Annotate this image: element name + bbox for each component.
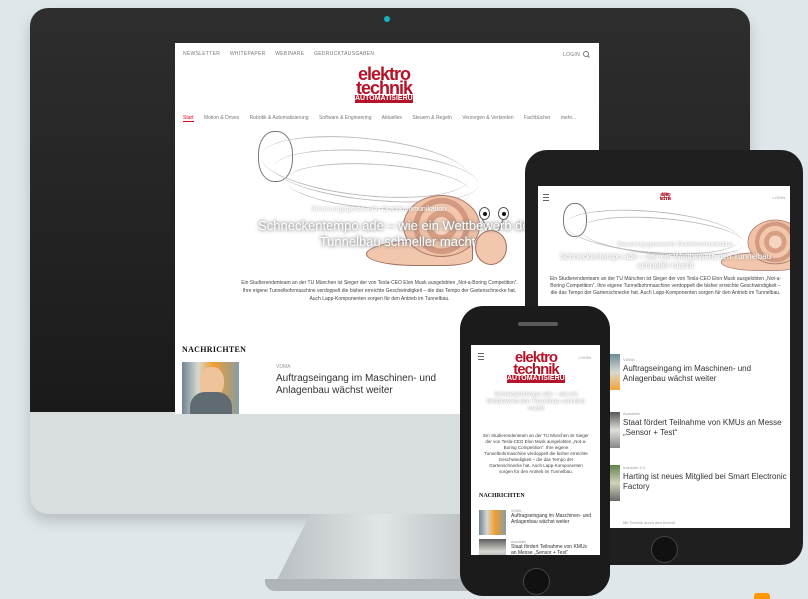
logo-subline: AUTOMATISIERUNG: [355, 95, 424, 103]
login-label: LOGIN: [562, 52, 580, 58]
phone-website-screen: LOGIN elektro technik AUTOMATISIERUNG Sc…: [471, 345, 600, 555]
login-button[interactable]: LOGIN: [563, 50, 589, 58]
logo-subline: AUTOMATISIERUNG: [507, 375, 576, 384]
nav-versorgen-verbinden[interactable]: Versorgen & Verbinden: [462, 115, 513, 121]
snail-pupil: [502, 212, 506, 216]
snail-pupil: [483, 212, 487, 216]
logo-line-technik: technik: [659, 195, 672, 202]
phone-home-button[interactable]: [523, 568, 550, 595]
logo-line-technik: technik: [513, 360, 560, 378]
tablet-hero-kicker: Steuerungsgesteuerte Drahtkommunikation: [617, 242, 733, 248]
newsletter-link[interactable]: NEWSLETTER: [183, 51, 220, 57]
phone-hero-description: Ein Studierendenteam an der TU München i…: [483, 433, 589, 474]
hero-description: Ein Studierendenteam an der TU München i…: [241, 280, 518, 302]
menu-icon[interactable]: [543, 194, 549, 201]
news-item-title[interactable]: Auftragseingang im Maschinen- und Anlage…: [276, 373, 441, 397]
tablet-home-button[interactable]: [651, 536, 678, 563]
tablet-news-item[interactable]: Aussteller Staat fördert Teilnahme von K…: [623, 411, 788, 438]
nav-software-engineering[interactable]: Software & Engineering: [319, 115, 372, 121]
phone-news-item[interactable]: VDMA Auftragseingang im Maschinen- und A…: [511, 509, 593, 525]
news-heading: NACHRICHTEN: [182, 345, 247, 354]
nav-steuern-regeln[interactable]: Steuern & Regeln: [412, 115, 451, 121]
menu-icon[interactable]: [478, 353, 484, 360]
tablet-news-title[interactable]: Harting ist neues Mitglied bei Smart Ele…: [623, 472, 788, 492]
search-icon[interactable]: [583, 51, 589, 57]
tablet-news-label: Mit Technik durch den Advent: [623, 520, 676, 525]
main-navigation: Start Motion & Drives Robotik & Automati…: [183, 115, 585, 122]
monitor-camera-icon: [384, 16, 390, 22]
nav-start[interactable]: Start: [183, 115, 194, 122]
nav-more[interactable]: mehr...: [561, 115, 576, 121]
whitepaper-link[interactable]: WHITEPAPER: [230, 51, 266, 57]
nav-robotik-automatisierung[interactable]: Robotik & Automatisierung: [250, 115, 309, 121]
phone-news-heading: NACHRICHTEN: [479, 493, 525, 499]
phone-news-thumbnail[interactable]: [479, 539, 506, 555]
hero-kicker: Steuerungsgesteuerte Drahtkommunikation: [311, 206, 447, 213]
phone-hero-title[interactable]: Schneckentempo ade – wie ein Wettbewerb …: [482, 392, 590, 413]
phone-speaker: [518, 322, 558, 326]
phone-login-link[interactable]: LOGIN: [579, 355, 591, 360]
tablet-news-item[interactable]: Mit Technik durch den Advent: [623, 520, 788, 525]
phone-news-title[interactable]: Staat fördert Teilnahme von KMUs an Mess…: [511, 544, 593, 555]
phone-news-title[interactable]: Auftragseingang im Maschinen- und Anlage…: [511, 513, 593, 525]
phone-site-logo[interactable]: elektro technik AUTOMATISIERUNG: [507, 350, 576, 384]
site-logo[interactable]: elektro technik AUTOMATISIERUNG: [355, 65, 424, 103]
tablet-news-label: Aussteller: [623, 411, 641, 416]
webinare-link[interactable]: WEBINARE: [275, 51, 304, 57]
news-thumbnail-image[interactable]: [182, 362, 239, 414]
tablet-news-title[interactable]: Staat fördert Teilnahme von KMUs an Mess…: [623, 418, 788, 438]
nav-motion-drives[interactable]: Motion & Drives: [204, 115, 239, 121]
tablet-hero-description: Ein Studierendenteam an der TU München i…: [549, 276, 782, 296]
news-item-label: VDMA: [276, 364, 291, 370]
tablet-news-label: VDMA: [623, 357, 635, 362]
top-utility-links: NEWSLETTER WHITEPAPER WEBINARE GEDRUCKTA…: [183, 51, 382, 57]
nav-fachbuecher[interactable]: Fachbücher: [524, 115, 550, 121]
nav-aktuelles[interactable]: Aktuelles: [382, 115, 402, 121]
logo-line-technik: technik: [355, 78, 413, 99]
phone-news-item[interactable]: Aussteller Staat fördert Teilnahme von K…: [511, 540, 593, 555]
phone-news-thumbnail[interactable]: [479, 510, 506, 535]
tablet-news-title[interactable]: Auftragseingang im Maschinen- und Anlage…: [623, 364, 788, 384]
hero-title[interactable]: Schneckentempo ade – wie ein Wettbewerb …: [250, 218, 545, 250]
tablet-login-link[interactable]: LOGIN: [773, 195, 785, 200]
tablet-news-item[interactable]: VDMA Auftragseingang im Maschinen- und A…: [623, 357, 788, 384]
gedrucktausgaben-link[interactable]: GEDRUCKTAUSGABEN: [314, 51, 374, 57]
responsive-device-mockup: NEWSLETTER WHITEPAPER WEBINARE GEDRUCKTA…: [0, 0, 808, 599]
tablet-news-item[interactable]: Industrie 4.0 Harting ist neues Mitglied…: [623, 465, 788, 492]
tablet-site-logo[interactable]: elektro technik: [658, 193, 672, 202]
orange-corner-tag: [754, 593, 770, 599]
tablet-hero-title[interactable]: Schneckentempo ade – wie ein Wettbewerb …: [553, 252, 778, 270]
tablet-news-label: Industrie 4.0: [623, 465, 646, 470]
